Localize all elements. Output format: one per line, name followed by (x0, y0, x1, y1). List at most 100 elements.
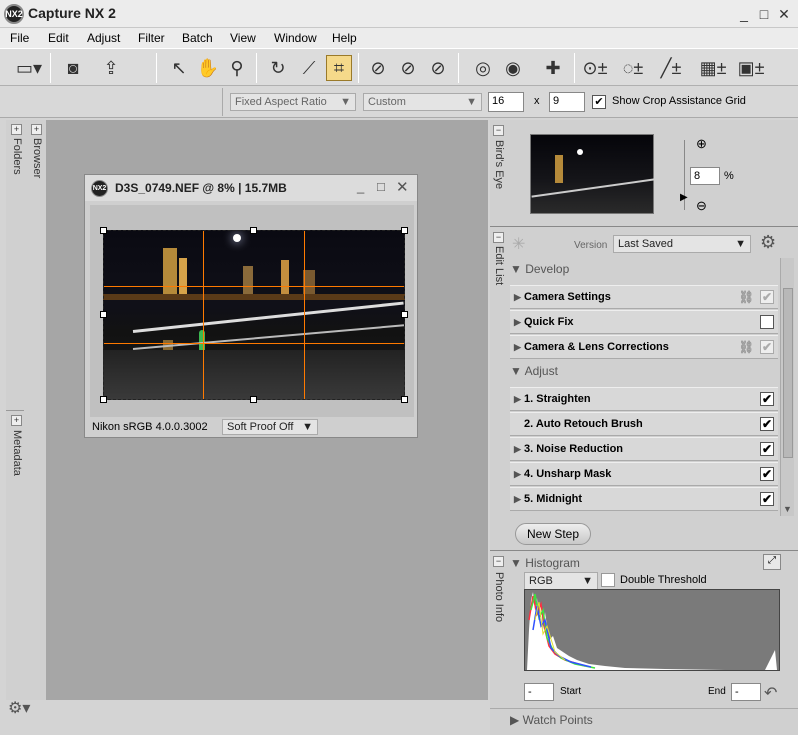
direct-select-icon[interactable]: ↖ (166, 55, 192, 81)
expand-arrow-icon[interactable]: ▶ (510, 317, 522, 328)
new-step-button[interactable]: New Step (515, 523, 591, 545)
step-checkbox[interactable]: ✔ (760, 392, 774, 406)
close-button[interactable]: ✕ (776, 6, 792, 22)
crop-handle[interactable] (100, 396, 107, 403)
crop-handle[interactable] (250, 396, 257, 403)
menu-window[interactable]: Window (274, 31, 317, 45)
menu-edit[interactable]: Edit (48, 31, 69, 45)
watch-points-header[interactable]: ▶ Watch Points (510, 713, 593, 727)
white-point-icon[interactable]: ⊘ (425, 55, 451, 81)
crop-handle[interactable] (100, 311, 107, 318)
zoom-out-icon[interactable]: ⊖ (696, 198, 707, 214)
crop-handle[interactable] (401, 396, 408, 403)
develop-section-header[interactable]: ▼ Develop (510, 262, 569, 276)
expand-arrow-icon[interactable]: ▶ (510, 394, 522, 405)
develop-item[interactable]: ▶ Camera Settings ⛓ ✔ (510, 285, 778, 309)
maximize-button[interactable]: □ (377, 179, 385, 194)
close-button[interactable]: ✕ (396, 178, 409, 196)
adjust-item[interactable]: ▶ 4. Unsharp Mask ✔ (510, 462, 778, 486)
crop-width-input[interactable]: 16 (488, 92, 524, 112)
reset-icon[interactable]: ↶ (764, 683, 777, 703)
adjust-item[interactable]: ▶ 5. Midnight ✔ (510, 487, 778, 511)
tab-photo-info[interactable]: Photo Info (493, 572, 505, 622)
fill-icon[interactable]: ▣± (738, 55, 765, 81)
minimize-button[interactable]: _ (357, 179, 364, 194)
crop-height-input[interactable]: 9 (549, 92, 585, 112)
histogram-section-header[interactable]: ▼ Histogram (510, 556, 580, 570)
straighten-icon[interactable]: ⟋ (296, 55, 322, 81)
zoom-input[interactable]: 8 (690, 167, 720, 185)
step-checkbox[interactable]: ✔ (760, 417, 774, 431)
end-input[interactable]: - (731, 683, 761, 701)
gear-icon[interactable]: ⚙▾ (8, 698, 42, 722)
control-point-icon[interactable]: ⊙± (582, 55, 608, 81)
camera-icon[interactable]: ◙ (60, 55, 86, 81)
maximize-button[interactable]: □ (756, 6, 772, 22)
step-checkbox[interactable]: ✔ (760, 442, 774, 456)
metadata-expand-icon[interactable]: + (11, 415, 22, 426)
browser-toggle-icon[interactable]: ▭▾ (16, 55, 42, 81)
crop-handle[interactable] (100, 227, 107, 234)
soft-proof-dropdown[interactable]: Soft Proof Off ▼ (222, 419, 318, 435)
crop-handle[interactable] (401, 227, 408, 234)
crop-handle[interactable] (250, 227, 257, 234)
zoom-icon[interactable]: ⚲ (224, 55, 250, 81)
image-window-titlebar[interactable]: NX2 D3S_0749.NEF @ 8% | 15.7MB _ □ ✕ (85, 175, 417, 201)
brush-icon[interactable]: ╱± (658, 55, 684, 81)
folders-expand-icon[interactable]: + (11, 124, 22, 135)
export-icon[interactable]: ⇪ (98, 55, 124, 81)
tab-edit-list[interactable]: Edit List (493, 246, 505, 285)
aspect-mode-dropdown[interactable]: Fixed Aspect Ratio ▼ (230, 93, 356, 111)
menu-filter[interactable]: Filter (138, 31, 165, 45)
menu-view[interactable]: View (230, 31, 256, 45)
adjust-section-header[interactable]: ▼ Adjust (510, 364, 558, 378)
adjust-item[interactable]: ▶ 1. Straighten ✔ (510, 387, 778, 411)
hand-icon[interactable]: ✋ (195, 55, 221, 81)
gear-icon[interactable]: ⚙ (760, 232, 776, 253)
start-input[interactable]: - (524, 683, 554, 701)
scrollbar-thumb[interactable] (783, 288, 793, 458)
birds-eye-collapse-icon[interactable]: − (493, 125, 504, 136)
scroll-down-icon[interactable]: ▼ (783, 504, 792, 514)
zoom-slider-pointer[interactable]: ▶ (680, 192, 688, 203)
version-dropdown[interactable]: Last Saved ▼ (613, 235, 751, 253)
histogram-chart[interactable] (524, 589, 780, 671)
expand-arrow-icon[interactable]: ▶ (510, 494, 522, 505)
tab-birds-eye[interactable]: Bird's Eye (493, 140, 505, 189)
rotate-icon[interactable]: ↻ (265, 55, 291, 81)
show-grid-checkbox[interactable]: ✔ (592, 95, 606, 109)
bandage-icon[interactable]: ✚ (540, 55, 566, 81)
gradient-icon[interactable]: ▦± (700, 55, 727, 81)
develop-item[interactable]: ▶ Camera & Lens Corrections ⛓ ✔ (510, 335, 778, 359)
step-checkbox[interactable]: ✔ (760, 290, 774, 304)
lasso-icon[interactable]: ◌± (620, 55, 646, 81)
expand-arrow-icon[interactable]: ▶ (510, 444, 522, 455)
eyedropper-icon[interactable]: ⤢ (763, 554, 781, 570)
preset-dropdown[interactable]: Custom ▼ (363, 93, 482, 111)
auto-retouch-icon[interactable]: ◉ (500, 55, 526, 81)
expand-arrow-icon[interactable]: ▶ (510, 342, 522, 353)
step-checkbox[interactable]: ✔ (760, 340, 774, 354)
photo-info-collapse-icon[interactable]: − (493, 556, 504, 567)
tab-browser[interactable]: Browser (31, 138, 43, 178)
browser-expand-icon[interactable]: + (31, 124, 42, 135)
develop-item[interactable]: ▶ Quick Fix (510, 310, 778, 334)
double-threshold-checkbox[interactable] (601, 573, 615, 587)
expand-arrow-icon[interactable]: ▶ (510, 469, 522, 480)
step-checkbox[interactable] (760, 315, 774, 329)
step-checkbox[interactable]: ✔ (760, 492, 774, 506)
adjust-item[interactable]: 2. Auto Retouch Brush ✔ (510, 412, 778, 436)
image-canvas[interactable] (90, 205, 414, 417)
menu-adjust[interactable]: Adjust (87, 31, 120, 45)
red-eye-icon[interactable]: ◎ (470, 55, 496, 81)
crop-handle[interactable] (401, 311, 408, 318)
adjust-item[interactable]: ▶ 3. Noise Reduction ✔ (510, 437, 778, 461)
minimize-button[interactable]: _ (736, 6, 752, 22)
menu-file[interactable]: File (10, 31, 29, 45)
crop-rectangle[interactable] (103, 230, 405, 400)
tab-folders[interactable]: Folders (11, 138, 23, 175)
menu-batch[interactable]: Batch (182, 31, 213, 45)
channel-dropdown[interactable]: RGB ▼ (524, 572, 598, 590)
zoom-in-icon[interactable]: ⊕ (696, 136, 707, 152)
birds-eye-thumbnail[interactable] (530, 134, 655, 214)
